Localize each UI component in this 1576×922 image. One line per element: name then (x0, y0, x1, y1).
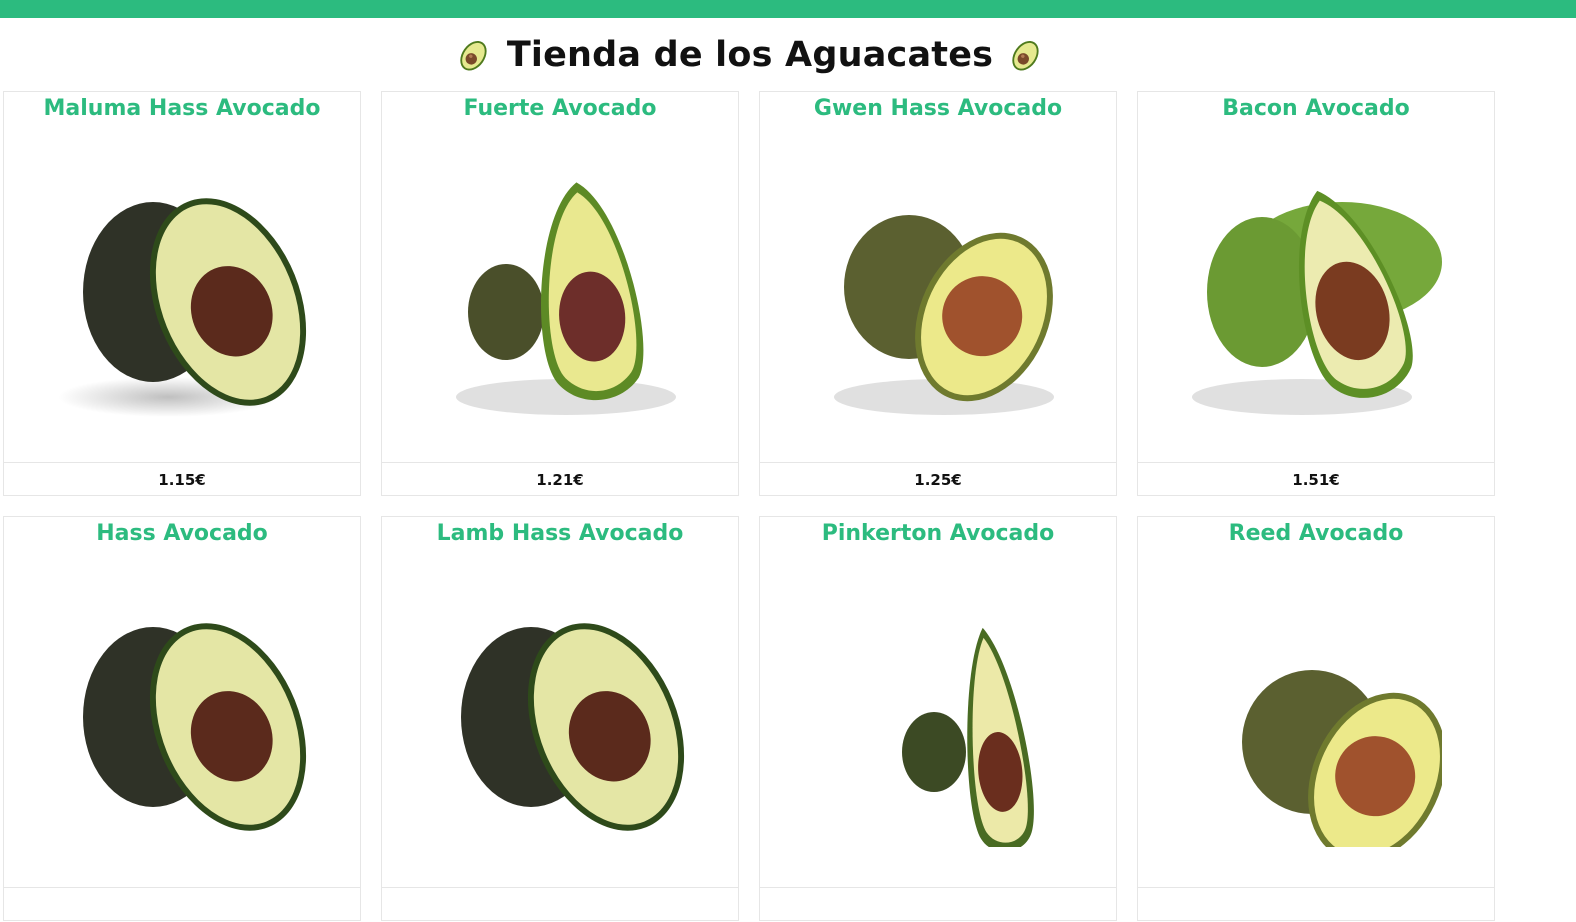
product-name-link[interactable]: Bacon Avocado (1138, 96, 1494, 121)
product-name-link[interactable]: Lamb Hass Avocado (382, 521, 738, 546)
product-price: 1.25€ (760, 462, 1116, 497)
product-price: 1.15€ (4, 462, 360, 497)
product-name-link[interactable]: Reed Avocado (1138, 521, 1494, 546)
product-name-link[interactable]: Hass Avocado (4, 521, 360, 546)
page-title: Tienda de los Aguacates (506, 35, 994, 75)
product-price (760, 887, 1116, 922)
product-image[interactable] (1192, 152, 1442, 422)
product-card[interactable]: Pinkerton Avocado (759, 516, 1117, 921)
avocado-icon (460, 41, 487, 71)
page-header: Tienda de los Aguacates (0, 24, 1500, 86)
top-accent-bar (0, 0, 1576, 18)
product-image[interactable] (58, 577, 308, 847)
product-image[interactable] (814, 152, 1064, 422)
product-card[interactable]: Hass Avocado (3, 516, 361, 921)
product-card[interactable]: Maluma Hass Avocado 1.15€ (3, 91, 361, 496)
product-price (382, 887, 738, 922)
product-price: 1.51€ (1138, 462, 1494, 497)
product-name-link[interactable]: Pinkerton Avocado (760, 521, 1116, 546)
product-image[interactable] (1192, 577, 1442, 847)
product-image[interactable] (814, 577, 1064, 847)
product-name-link[interactable]: Gwen Hass Avocado (760, 96, 1116, 121)
product-image[interactable] (58, 152, 308, 422)
product-name-link[interactable]: Maluma Hass Avocado (4, 96, 360, 121)
product-card[interactable]: Fuerte Avocado 1.21€ (381, 91, 739, 496)
product-name-link[interactable]: Fuerte Avocado (382, 96, 738, 121)
product-price (1138, 887, 1494, 922)
avocado-icon (1012, 41, 1039, 71)
product-card[interactable]: Lamb Hass Avocado (381, 516, 739, 921)
product-price (4, 887, 360, 922)
product-price: 1.21€ (382, 462, 738, 497)
product-card[interactable]: Reed Avocado (1137, 516, 1495, 921)
product-image[interactable] (436, 577, 686, 847)
product-image[interactable] (436, 152, 686, 422)
product-card[interactable]: Gwen Hass Avocado 1.25€ (759, 91, 1117, 496)
product-card[interactable]: Bacon Avocado 1.51€ (1137, 91, 1495, 496)
